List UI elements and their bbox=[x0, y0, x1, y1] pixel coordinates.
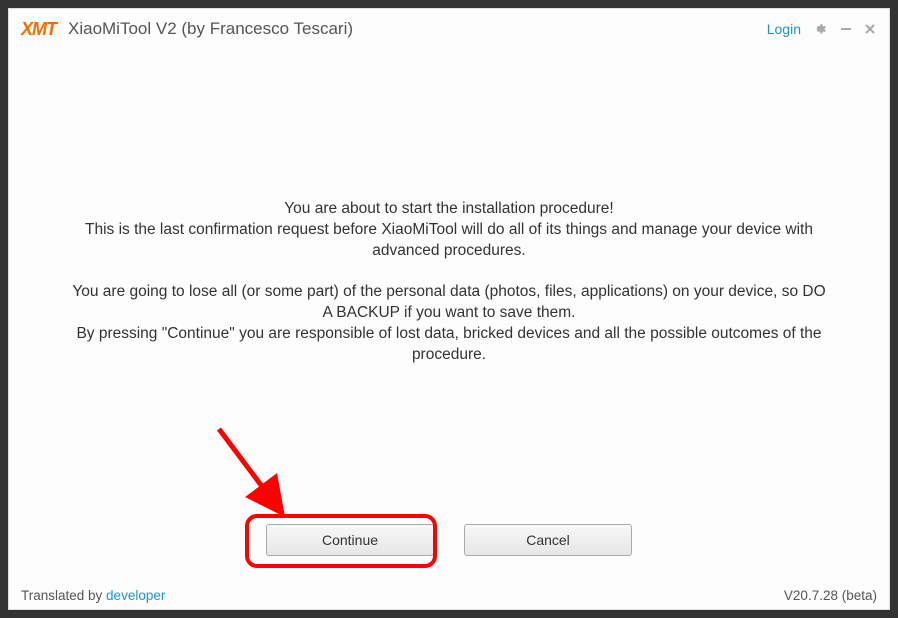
minimize-icon[interactable] bbox=[839, 22, 853, 36]
main-content: You are about to start the installation … bbox=[9, 49, 889, 584]
button-row: Continue Cancel bbox=[266, 524, 632, 556]
developer-link[interactable]: developer bbox=[106, 588, 165, 603]
footer-left: Translated by developer bbox=[21, 588, 784, 603]
settings-icon[interactable] bbox=[815, 22, 829, 36]
logo: XMT bbox=[21, 19, 56, 40]
annotation-arrow bbox=[204, 414, 324, 534]
titlebar: XMT XiaoMiTool V2 (by Francesco Tescari)… bbox=[9, 9, 889, 49]
close-icon[interactable] bbox=[863, 22, 877, 36]
cancel-button[interactable]: Cancel bbox=[464, 524, 632, 556]
login-link[interactable]: Login bbox=[767, 21, 801, 37]
message-line: You are going to lose all (or some part)… bbox=[69, 282, 829, 324]
message-line: This is the last confirmation request be… bbox=[69, 220, 829, 262]
message-line: By pressing "Continue" you are responsib… bbox=[69, 324, 829, 366]
window-controls bbox=[815, 22, 877, 36]
window-title: XiaoMiTool V2 (by Francesco Tescari) bbox=[68, 19, 767, 39]
footer: Translated by developer V20.7.28 (beta) bbox=[9, 584, 889, 609]
translated-by-label: Translated by bbox=[21, 588, 106, 603]
app-window: XMT XiaoMiTool V2 (by Francesco Tescari)… bbox=[8, 8, 890, 610]
continue-button[interactable]: Continue bbox=[266, 524, 434, 556]
version-label: V20.7.28 (beta) bbox=[784, 588, 877, 603]
warning-message: You are about to start the installation … bbox=[69, 199, 829, 365]
message-line: You are about to start the installation … bbox=[69, 199, 829, 220]
